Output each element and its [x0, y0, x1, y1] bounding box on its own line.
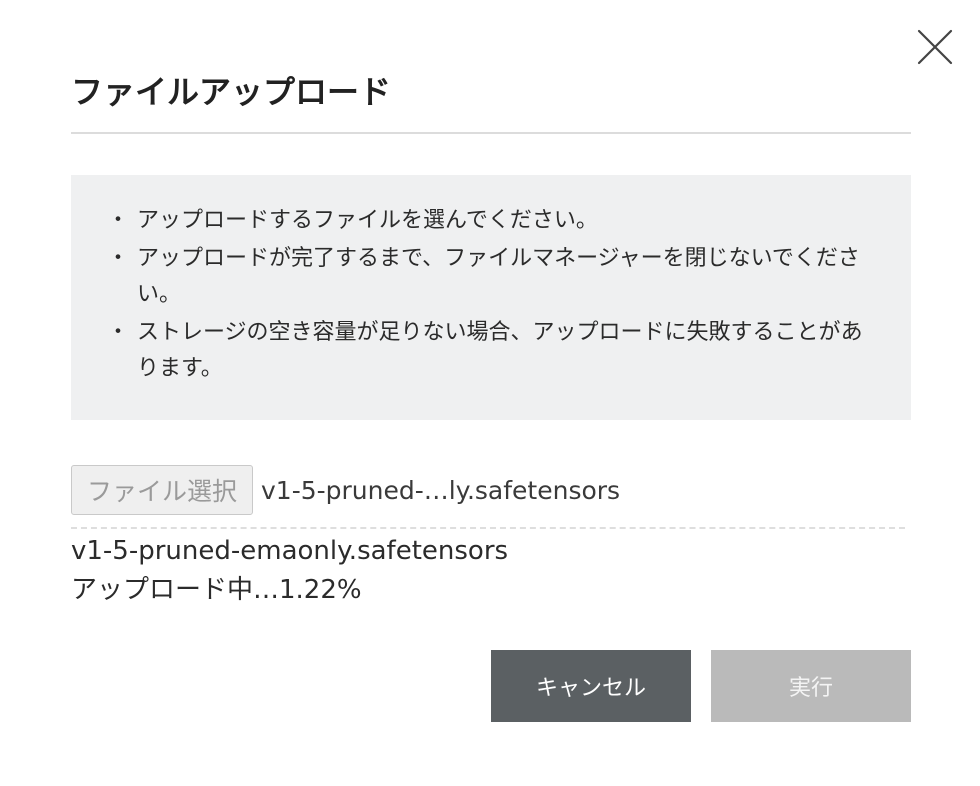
file-upload-dialog: ファイルアップロード ・ アップロードするファイルを選んでください。 ・ アップ…: [0, 0, 980, 786]
notice-list: ・ アップロードするファイルを選んでください。 ・ アップロードが完了するまで、…: [107, 203, 879, 387]
close-button[interactable]: [914, 26, 956, 68]
run-button[interactable]: 実行: [711, 650, 911, 722]
title-divider: [71, 132, 911, 134]
dashed-divider: [71, 527, 905, 529]
file-input-row: ファイル選択 v1-5-pruned-…ly.safetensors: [71, 464, 620, 516]
selected-file-name: v1-5-pruned-…ly.safetensors: [261, 475, 621, 505]
notice-text: ストレージの空き容量が足りない場合、アップロードに失敗することがあります。: [137, 320, 863, 381]
bullet: ・: [107, 246, 130, 271]
close-icon: [917, 29, 953, 65]
bullet: ・: [107, 208, 130, 233]
bullet: ・: [107, 320, 130, 345]
notice-item: ・ アップロードが完了するまで、ファイルマネージャーを閉じないでください。: [107, 241, 879, 313]
notice-box: ・ アップロードするファイルを選んでください。 ・ アップロードが完了するまで、…: [71, 175, 911, 420]
cancel-button[interactable]: キャンセル: [491, 650, 691, 722]
notice-text: アップロードするファイルを選んでください。: [137, 208, 598, 233]
upload-file-name: v1-5-pruned-emaonly.safetensors: [71, 536, 509, 566]
file-select-button[interactable]: ファイル選択: [71, 465, 254, 515]
notice-item: ・ ストレージの空き容量が足りない場合、アップロードに失敗することがあります。: [107, 315, 879, 387]
notice-item: ・ アップロードするファイルを選んでください。: [107, 203, 879, 239]
upload-progress-status: アップロード中…1.22%: [71, 575, 362, 605]
notice-text: アップロードが完了するまで、ファイルマネージャーを閉じないでください。: [137, 246, 860, 307]
dialog-title: ファイルアップロード: [71, 73, 392, 111]
